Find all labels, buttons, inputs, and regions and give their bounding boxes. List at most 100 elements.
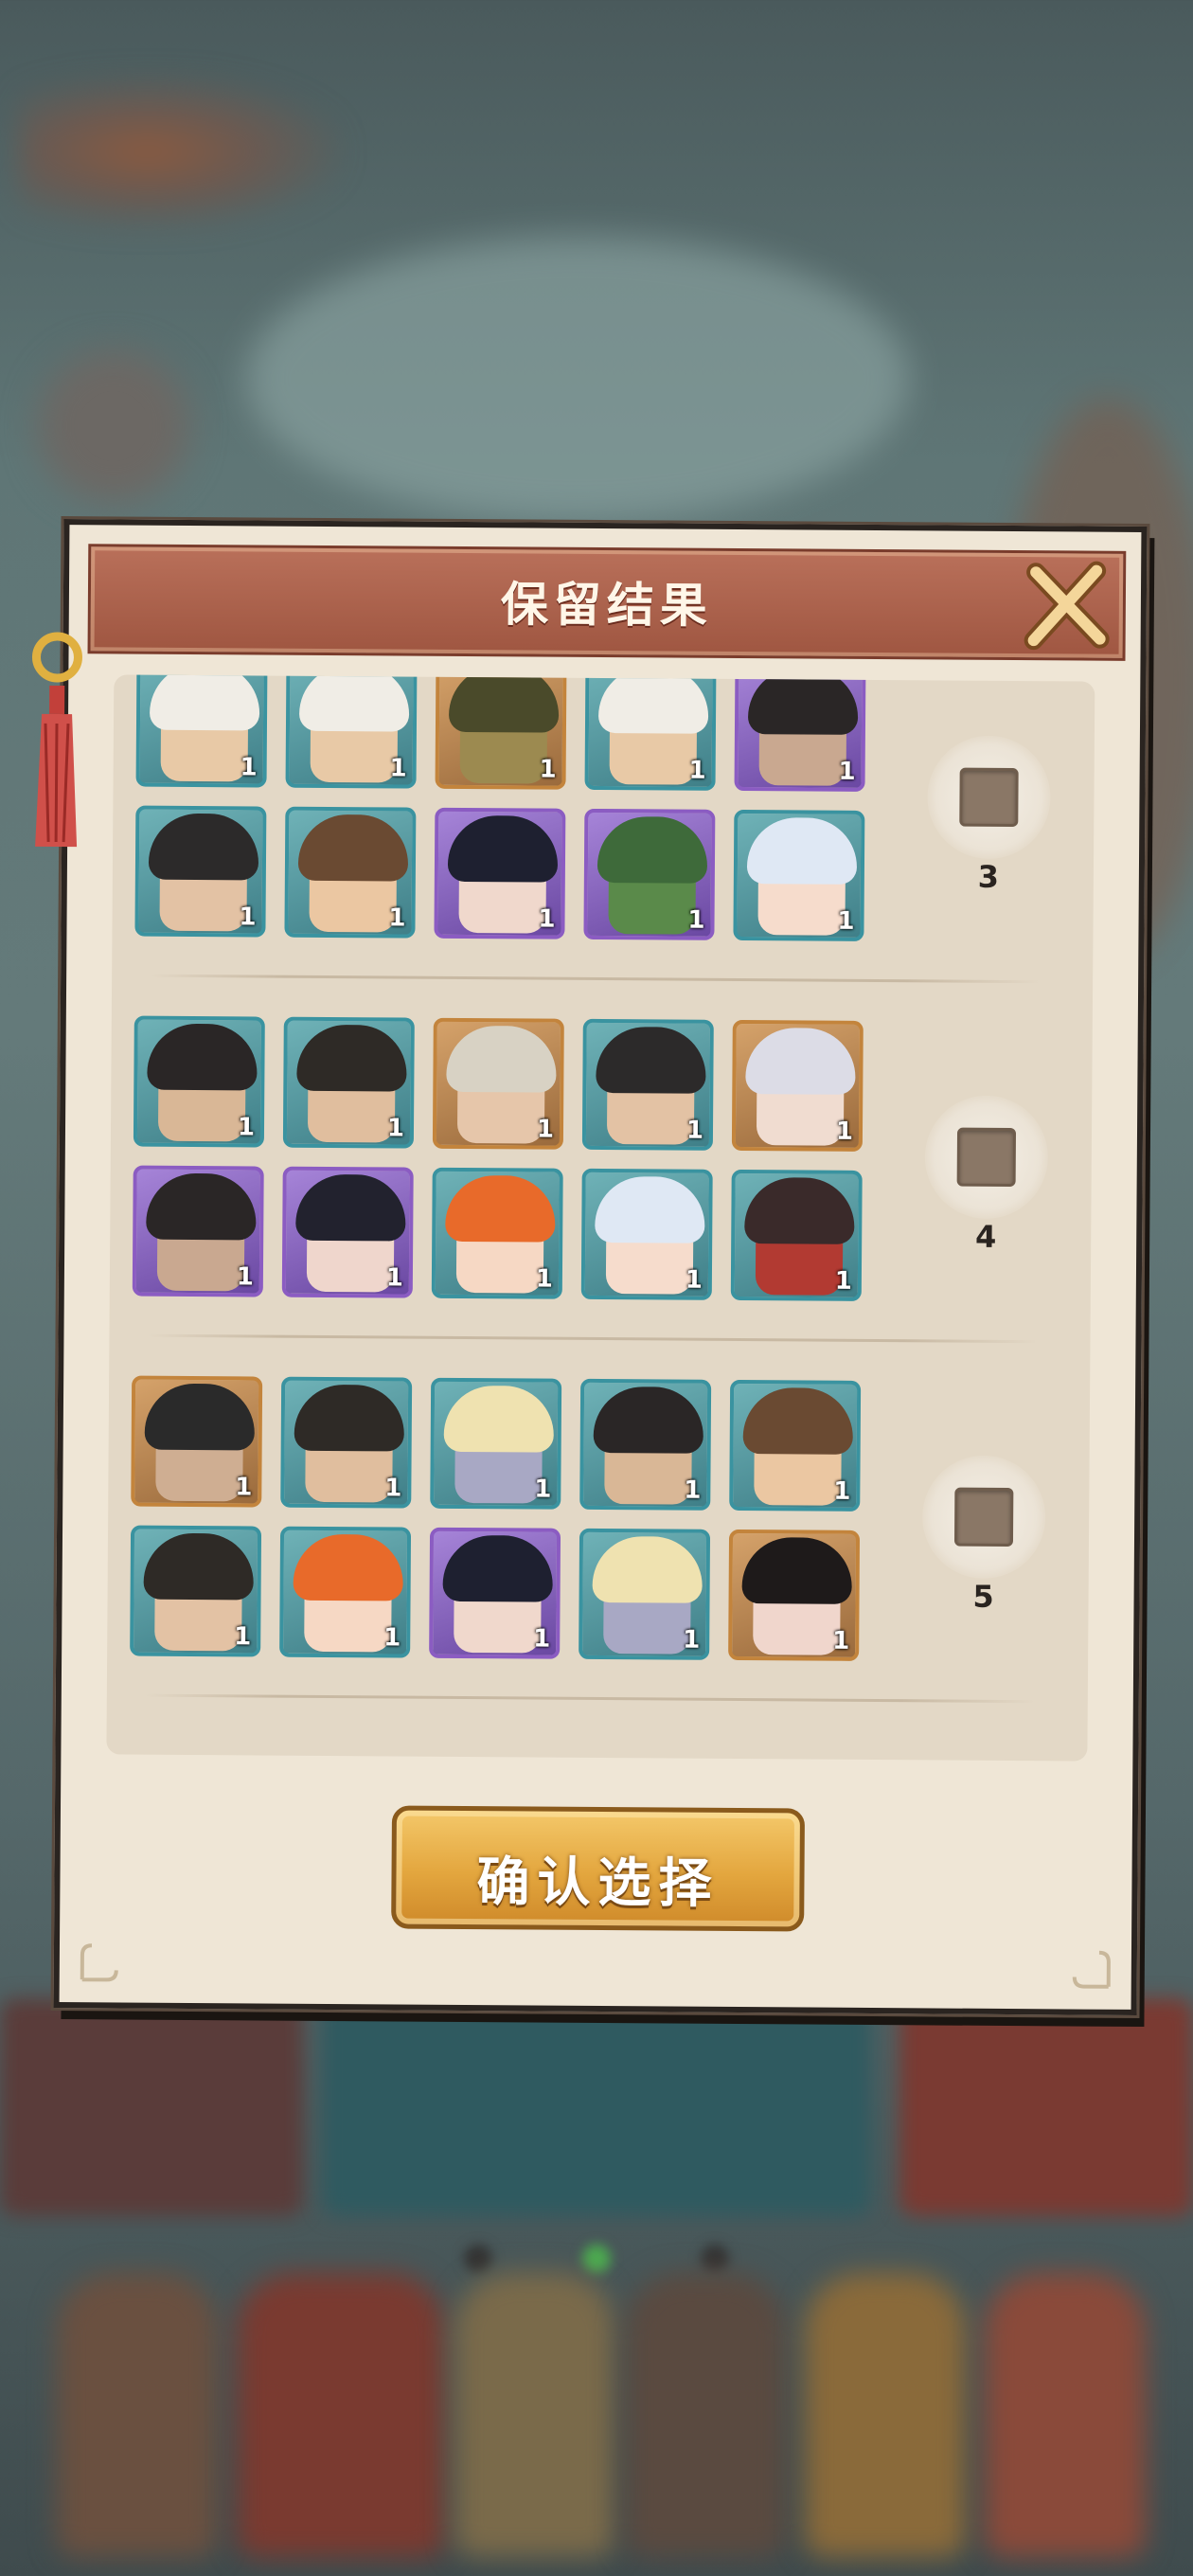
background-banner-right (899, 1998, 1193, 2216)
hero-hair (447, 814, 559, 883)
checkbox-square (959, 767, 1019, 828)
hero-hair (295, 1173, 406, 1242)
hero-hair (144, 1383, 256, 1451)
hero-hair (443, 1385, 555, 1453)
hero-hair (446, 1025, 557, 1093)
hero-hair (143, 1532, 255, 1601)
hero-card[interactable]: 1 (731, 1019, 864, 1152)
hero-hair (298, 674, 410, 732)
hero-hair (445, 1174, 556, 1243)
confirm-selection-button[interactable]: 确认选择 (391, 1805, 806, 1932)
hero-hair (741, 1537, 853, 1604)
hero-card[interactable]: 1 (429, 1527, 561, 1659)
hero-card[interactable]: 1 (134, 805, 267, 938)
group-checkbox[interactable] (927, 735, 1051, 860)
hero-hair (297, 814, 409, 882)
hero-card[interactable]: 1 (579, 1528, 711, 1660)
confirm-selection-label: 确认选择 (476, 1852, 720, 1915)
hero-count: 1 (240, 753, 258, 782)
hero-card[interactable]: 1 (729, 1379, 862, 1512)
hero-count: 1 (234, 1622, 252, 1652)
hero-count: 1 (534, 1475, 552, 1504)
close-icon (1024, 561, 1110, 651)
hero-card[interactable]: 1 (130, 1525, 262, 1657)
hero-card[interactable]: 1 (730, 1169, 863, 1301)
background-avatar (38, 350, 189, 502)
background-page-dot (701, 2245, 729, 2273)
group-number: 5 (972, 1578, 994, 1615)
hero-count: 1 (533, 1624, 551, 1654)
close-button[interactable] (1019, 559, 1114, 654)
background-character (805, 2273, 966, 2557)
background-character (237, 2273, 445, 2557)
hero-hair (596, 815, 708, 884)
hero-hair (148, 813, 259, 881)
hero-hair (597, 674, 709, 734)
group-checkbox[interactable] (921, 1455, 1046, 1580)
group-number: 3 (977, 858, 1000, 895)
hero-count: 1 (835, 1117, 854, 1146)
hero-card[interactable]: 1 (281, 1166, 414, 1298)
hero-hair (595, 1175, 705, 1243)
dialog-header: 保留结果 (87, 544, 1127, 661)
hero-card[interactable]: 1 (728, 1529, 861, 1661)
hero-count: 1 (386, 1114, 405, 1143)
hero-card[interactable]: 1 (584, 674, 717, 791)
hero-count: 1 (685, 1265, 703, 1295)
background-page-dot (464, 2245, 492, 2273)
background-game-title (19, 76, 341, 227)
hero-card[interactable]: 1 (279, 1526, 412, 1658)
hero-count: 1 (687, 905, 705, 935)
hero-hair (294, 1384, 405, 1452)
result-list-panel[interactable]: 1 1 1 1 1 1 1 1 1 1 3 1 1 1 1 1 1 1 1 1 1 4 1 1 1 1 1 1 1 1 1 1 5 (106, 674, 1095, 1762)
hero-card[interactable]: 1 (430, 1377, 562, 1510)
background-character (985, 2273, 1146, 2557)
background-banner-left (0, 1998, 303, 2216)
hero-card[interactable]: 1 (581, 1018, 714, 1151)
hero-count: 1 (834, 1266, 853, 1296)
hero-count: 1 (535, 1264, 554, 1294)
hero-count: 1 (237, 1113, 256, 1142)
hero-count: 1 (536, 1115, 555, 1144)
hero-card[interactable]: 1 (131, 1375, 263, 1508)
hero-card[interactable]: 1 (583, 808, 716, 940)
hero-card[interactable]: 1 (284, 806, 417, 939)
hero-card[interactable]: 1 (135, 674, 268, 788)
hero-count: 1 (235, 1473, 253, 1502)
group-checkbox[interactable] (924, 1095, 1049, 1220)
hero-card[interactable]: 1 (133, 1015, 265, 1148)
hero-count: 1 (686, 1116, 704, 1145)
hero-card[interactable]: 1 (282, 1016, 415, 1149)
hero-card[interactable]: 1 (431, 1167, 563, 1299)
group-divider (144, 1693, 1035, 1704)
hero-card[interactable]: 1 (434, 807, 566, 939)
group-number: 4 (974, 1218, 997, 1255)
hero-count: 1 (833, 1476, 851, 1506)
hero-card[interactable]: 1 (432, 1017, 564, 1150)
hero-card[interactable]: 1 (280, 1376, 413, 1509)
hero-hair (296, 1024, 407, 1092)
background-page-dot (582, 2245, 611, 2273)
hero-count: 1 (388, 903, 406, 933)
hero-card[interactable]: 1 (734, 674, 866, 792)
background-character (57, 2273, 218, 2557)
hero-card[interactable]: 1 (579, 1378, 712, 1511)
tassel-ornament (31, 632, 82, 848)
hero-card[interactable]: 1 (733, 809, 865, 941)
hero-hair (746, 817, 858, 885)
dialog-title: 保留结果 (500, 577, 714, 634)
selection-group: 1 1 1 1 1 1 1 1 1 1 3 (112, 674, 1095, 984)
hero-card[interactable]: 1 (132, 1165, 264, 1297)
hero-count: 1 (384, 1474, 402, 1503)
hero-hair (745, 1028, 856, 1095)
group-divider (150, 974, 1041, 984)
selection-group: 1 1 1 1 1 1 1 1 1 1 4 (109, 1015, 1092, 1344)
hero-card[interactable]: 1 (580, 1168, 713, 1300)
hero-hair (149, 674, 260, 731)
hero-count: 1 (832, 1626, 850, 1655)
hero-card[interactable]: 1 (285, 674, 418, 789)
keep-result-dialog: 保留结果 1 1 1 1 1 1 1 1 1 1 3 1 1 1 1 1 1 1 1 1 1 4 1 1 1 1 1 1 1 1 1 1 5 确… (31, 519, 1148, 2015)
hero-hair (742, 1387, 854, 1455)
background-character (454, 2273, 615, 2557)
hero-card[interactable]: 1 (435, 674, 567, 790)
